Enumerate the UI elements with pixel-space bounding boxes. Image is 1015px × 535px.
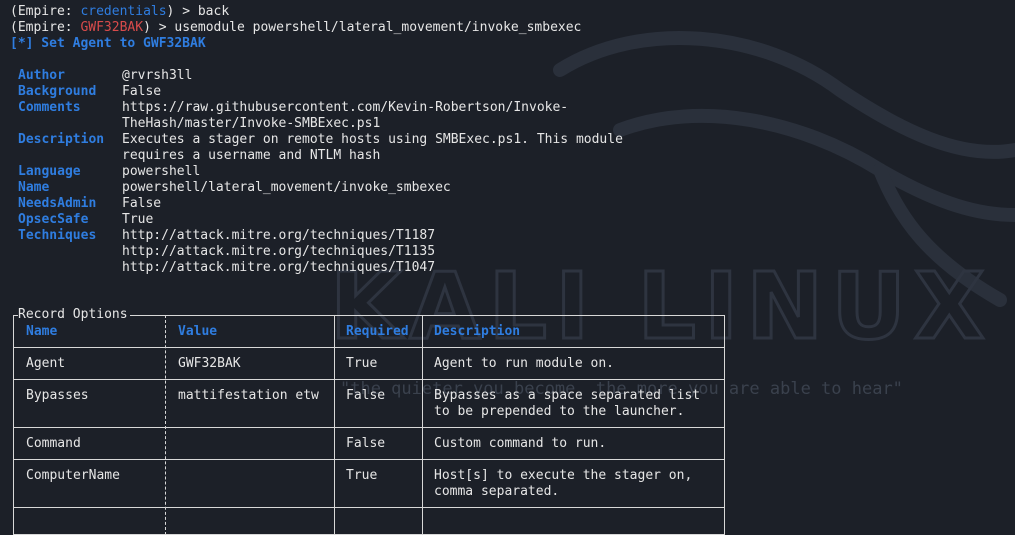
row-divider xyxy=(13,507,725,508)
cell-name: Command xyxy=(26,436,81,451)
info-value-background: False xyxy=(122,84,162,99)
prompt-command: back xyxy=(197,4,230,19)
column-divider xyxy=(334,315,335,535)
column-header-name: Name xyxy=(26,324,58,339)
info-value-opsecsafe: True xyxy=(122,212,154,227)
cell-value: mattifestation etw xyxy=(178,388,319,403)
info-key-author: Author xyxy=(18,68,65,83)
info-value-techniques-3: http://attack.mitre.org/techniques/T1047 xyxy=(122,260,436,275)
row-divider xyxy=(13,459,725,460)
info-value-description-1: Executes a stager on remote hosts using … xyxy=(122,132,623,147)
cell-value: GWF32BAK xyxy=(178,356,241,371)
status-message: [*] Set Agent to GWF32BAK xyxy=(10,36,206,51)
info-key-name: Name xyxy=(18,180,50,195)
prompt-context: credentials xyxy=(80,4,167,19)
info-key-background: Background xyxy=(18,84,97,99)
info-value-name: powershell/lateral_movement/invoke_smbex… xyxy=(122,180,451,195)
info-value-description-2: requires a username and NTLM hash xyxy=(122,148,381,163)
prompt-line-2: (Empire: GWF32BAK) > usemodule powershel… xyxy=(10,20,581,36)
cell-required: False xyxy=(346,436,386,451)
cell-description: Host[s] to execute the stager on, xyxy=(434,468,693,483)
table-border xyxy=(13,315,725,535)
info-value-author: @rvrsh3ll xyxy=(122,68,193,83)
prompt-context: GWF32BAK xyxy=(80,20,144,35)
cell-required: True xyxy=(346,468,378,483)
cell-required: False xyxy=(346,388,386,403)
info-value-comments-2: TheHash/master/Invoke-SMBExec.ps1 xyxy=(122,116,381,131)
column-header-value: Value xyxy=(178,324,218,339)
prompt-suffix: ) > xyxy=(166,4,198,19)
row-divider xyxy=(13,379,725,380)
cell-description: Agent to run module on. xyxy=(434,356,615,371)
cell-description: Custom command to run. xyxy=(434,436,607,451)
cell-name: ComputerName xyxy=(26,468,120,483)
info-value-comments-1: https://raw.githubusercontent.com/Kevin-… xyxy=(122,100,569,115)
info-key-techniques: Techniques xyxy=(18,228,97,243)
terminal-window[interactable]: (Empire: credentials) > back (Empire: GW… xyxy=(0,0,1015,535)
column-header-required: Required xyxy=(346,324,409,339)
prompt-suffix: ) > xyxy=(143,20,175,35)
row-divider xyxy=(13,347,725,348)
column-divider xyxy=(165,315,166,535)
prompt-prefix: (Empire: xyxy=(10,4,81,19)
info-key-needsadmin: NeedsAdmin xyxy=(18,196,97,211)
info-key-language: Language xyxy=(18,164,81,179)
info-value-techniques-2: http://attack.mitre.org/techniques/T1135 xyxy=(122,244,436,259)
cell-description: to be prepended to the launcher. xyxy=(434,404,685,419)
prompt-line-1: (Empire: credentials) > back xyxy=(10,4,229,20)
info-key-opsecsafe: OpsecSafe xyxy=(18,212,89,227)
cell-description: comma separated. xyxy=(434,484,560,499)
column-divider xyxy=(422,315,423,535)
info-value-language: powershell xyxy=(122,164,201,179)
cell-description: Bypasses as a space separated list xyxy=(434,388,701,403)
column-header-description: Description xyxy=(434,324,521,339)
info-value-techniques-1: http://attack.mitre.org/techniques/T1187 xyxy=(122,228,436,243)
info-key-description: Description xyxy=(18,132,105,147)
row-divider xyxy=(13,427,725,428)
prompt-prefix: (Empire: xyxy=(10,20,81,35)
cell-required: True xyxy=(346,356,378,371)
info-key-comments: Comments xyxy=(18,100,81,115)
table-title: Record Options xyxy=(18,307,130,323)
cell-name: Bypasses xyxy=(26,388,89,403)
cell-name: Agent xyxy=(26,356,66,371)
info-value-needsadmin: False xyxy=(122,196,162,211)
prompt-command: usemodule powershell/lateral_movement/in… xyxy=(174,20,582,35)
